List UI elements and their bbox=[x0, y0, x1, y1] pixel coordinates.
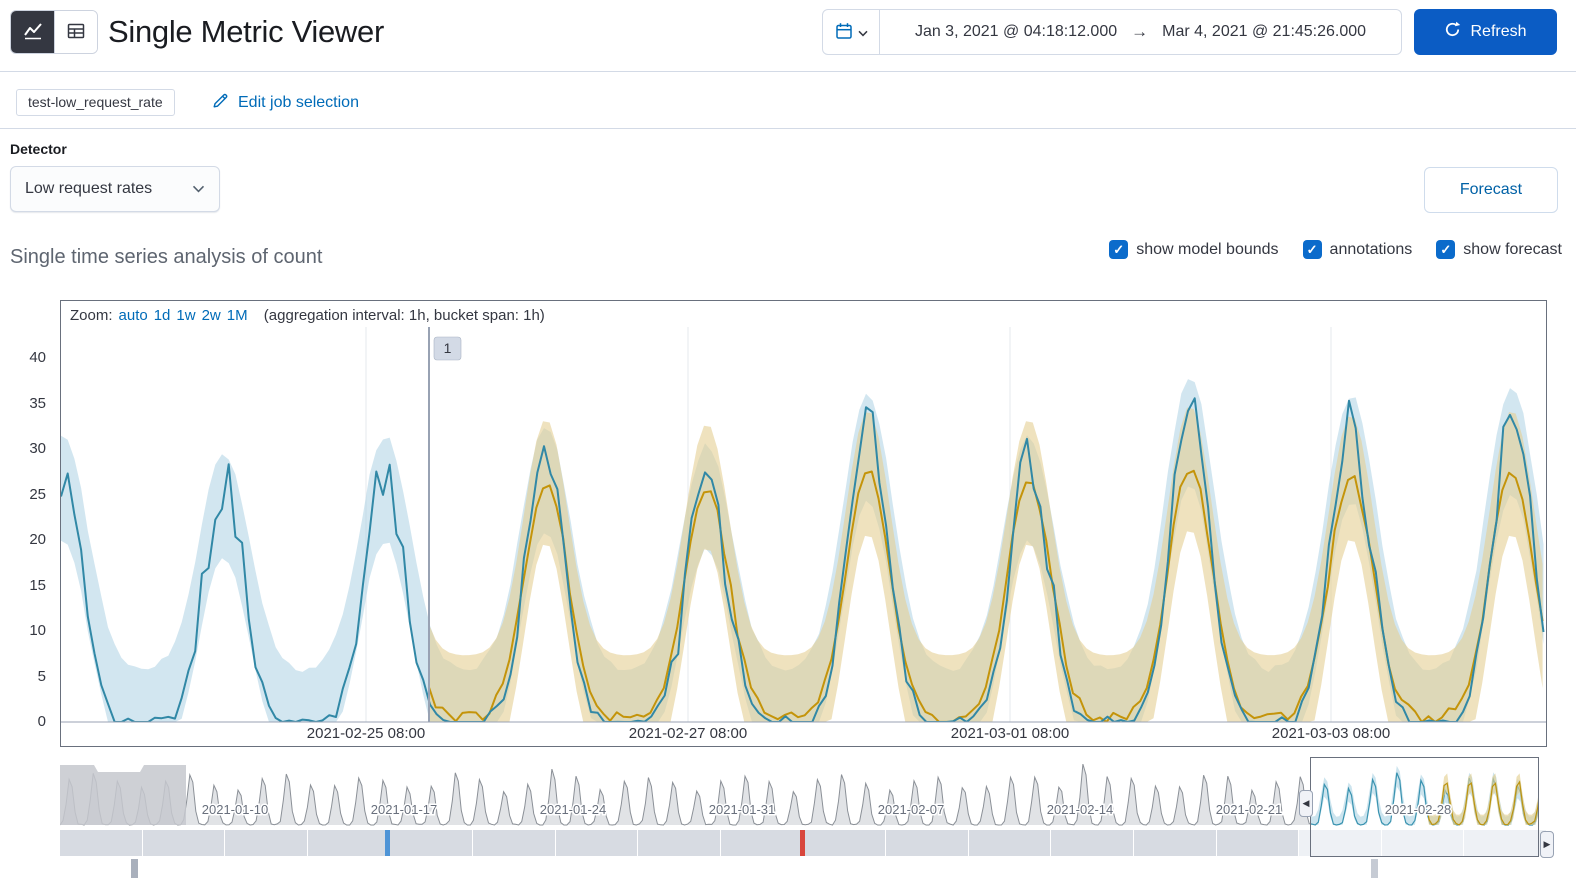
zoom-option-1d[interactable]: 1d bbox=[154, 307, 171, 324]
swimlane-cell[interactable] bbox=[803, 830, 887, 856]
annotation-badge-label: 1 bbox=[444, 340, 452, 356]
swimlane-cell[interactable] bbox=[555, 830, 639, 856]
forecast-bounds-band bbox=[429, 407, 1543, 722]
header-divider bbox=[0, 71, 1576, 72]
calendar-icon bbox=[835, 22, 853, 43]
annotation-marker[interactable] bbox=[385, 830, 390, 856]
series-title: Single time series analysis of count bbox=[10, 246, 323, 268]
end-date[interactable]: Mar 4, 2021 @ 21:45:26.000 bbox=[1162, 23, 1366, 41]
range-arrow-icon: → bbox=[1131, 22, 1149, 41]
refresh-label: Refresh bbox=[1470, 23, 1527, 40]
context-bounds-block bbox=[60, 765, 186, 825]
zoom-option-2w[interactable]: 2w bbox=[202, 307, 221, 324]
swimlane-cell[interactable] bbox=[720, 830, 804, 856]
line-chart-icon bbox=[22, 20, 44, 45]
y-axis-label: 20 bbox=[29, 531, 46, 548]
swimlane-cell[interactable] bbox=[638, 830, 721, 856]
checkbox-checked-icon: ✓ bbox=[1436, 240, 1456, 259]
swimlane-cell[interactable] bbox=[1051, 830, 1134, 856]
zoom-option-1w[interactable]: 1w bbox=[176, 307, 195, 324]
view-toggle bbox=[10, 10, 98, 54]
annotation-marker[interactable] bbox=[800, 830, 805, 856]
swimlane-cell[interactable] bbox=[1133, 830, 1217, 856]
context-axis-label: 2021-01-17 bbox=[371, 802, 438, 817]
zoom-controls: Zoom: auto 1d 1w 2w 1M (aggregation interval:… bbox=[70, 307, 545, 324]
start-date[interactable]: Jan 3, 2021 @ 04:18:12.000 bbox=[915, 23, 1117, 41]
job-badge[interactable]: test-low_request_rate bbox=[16, 89, 175, 116]
detector-selected-option: Low request rates bbox=[25, 180, 153, 197]
refresh-icon bbox=[1444, 21, 1461, 43]
checkbox-label: show model bounds bbox=[1136, 240, 1279, 258]
x-axis-label: 2021-03-01 08:00 bbox=[951, 725, 1069, 742]
context-axis-label: 2021-01-10 bbox=[202, 802, 269, 817]
swimlane-cell[interactable] bbox=[1216, 830, 1300, 856]
checkbox-annotations[interactable]: ✓ annotations bbox=[1302, 240, 1413, 259]
y-axis-label: 0 bbox=[37, 713, 46, 730]
chart-options: ✓ show model bounds ✓ annotations ✓ show… bbox=[1109, 240, 1562, 259]
date-range-display: Jan 3, 2021 @ 04:18:12.000 → Mar 4, 2021… bbox=[880, 10, 1401, 54]
brush-right-handle[interactable]: ▶ bbox=[1540, 831, 1554, 858]
context-axis-label: 2021-01-24 bbox=[540, 802, 607, 817]
context-axis-label: 2021-02-07 bbox=[878, 802, 945, 817]
y-axis-label: 10 bbox=[29, 622, 46, 639]
pencil-icon bbox=[212, 92, 229, 114]
y-axis-label: 35 bbox=[29, 394, 46, 412]
page-title: Single Metric Viewer bbox=[108, 14, 384, 49]
y-axis-label: 30 bbox=[29, 440, 46, 457]
main-chart-panel: Zoom: auto 1d 1w 2w 1M (aggregation interval:… bbox=[60, 300, 1547, 747]
chevron-down-icon bbox=[857, 25, 868, 40]
zoom-option-auto[interactable]: auto bbox=[119, 307, 148, 324]
zoom-option-1M[interactable]: 1M bbox=[227, 307, 248, 324]
y-axis-label: 15 bbox=[29, 576, 46, 594]
single-metric-viewer-app: Single Metric Viewer Jan 3, 2021 @ 04:18… bbox=[0, 0, 1576, 879]
aggregation-note: (aggregation interval: 1h, bucket span: … bbox=[263, 307, 545, 324]
time-selection-brush[interactable] bbox=[1310, 757, 1539, 857]
table-icon bbox=[65, 20, 87, 45]
checkbox-show-forecast[interactable]: ✓ show forecast bbox=[1436, 240, 1562, 259]
context-axis-label: 2021-01-31 bbox=[709, 802, 776, 817]
swimlane-cell[interactable] bbox=[886, 830, 969, 856]
calendar-dropdown-button[interactable] bbox=[823, 10, 880, 54]
swimlane-cell[interactable] bbox=[390, 830, 474, 856]
chart-view-button[interactable] bbox=[11, 11, 54, 53]
y-axis: 40 35 30 25 20 15 10 5 0 bbox=[0, 300, 54, 747]
checkbox-label: show forecast bbox=[1463, 240, 1562, 258]
x-axis-label: 2021-02-25 08:00 bbox=[307, 725, 425, 742]
zoom-label: Zoom: bbox=[70, 307, 113, 324]
edit-job-selection-link[interactable]: Edit job selection bbox=[212, 92, 359, 114]
x-axis-label: 2021-03-03 08:00 bbox=[1272, 725, 1390, 742]
swimlane-cell[interactable] bbox=[473, 830, 556, 856]
x-axis-label: 2021-02-27 08:00 bbox=[629, 725, 747, 742]
y-axis-label: 25 bbox=[29, 485, 46, 503]
secondary-swimlane bbox=[60, 858, 1547, 879]
date-range-picker: Jan 3, 2021 @ 04:18:12.000 → Mar 4, 2021… bbox=[822, 9, 1402, 55]
swimlane-cell[interactable] bbox=[225, 830, 308, 856]
context-axis-label: 2021-02-14 bbox=[1047, 802, 1114, 817]
edit-job-selection-label: Edit job selection bbox=[238, 94, 359, 111]
swimlane-cell[interactable] bbox=[968, 830, 1052, 856]
swimlane-marker[interactable] bbox=[1371, 859, 1378, 878]
checkbox-checked-icon: ✓ bbox=[1302, 240, 1322, 259]
y-axis-label: 40 bbox=[29, 349, 46, 366]
table-view-button[interactable] bbox=[54, 11, 97, 53]
swimlane-cell[interactable] bbox=[142, 830, 226, 856]
checkbox-checked-icon: ✓ bbox=[1109, 240, 1129, 259]
detector-select[interactable]: Low request rates bbox=[10, 166, 220, 212]
detector-label: Detector bbox=[10, 141, 67, 157]
y-axis-label: 5 bbox=[37, 667, 46, 685]
forecast-button[interactable]: Forecast bbox=[1424, 167, 1558, 213]
swimlane-marker[interactable] bbox=[131, 859, 138, 878]
main-chart[interactable]: 1 2021-02-25 08:00 2021-02-27 08:00 2021-03… bbox=[61, 301, 1546, 746]
checkbox-show-model-bounds[interactable]: ✓ show model bounds bbox=[1109, 240, 1279, 259]
refresh-button[interactable]: Refresh bbox=[1414, 9, 1557, 55]
select-chevron-icon bbox=[192, 180, 205, 198]
job-bar-divider bbox=[0, 128, 1576, 129]
swimlane-cell[interactable] bbox=[307, 830, 391, 856]
swimlane-cell[interactable] bbox=[60, 830, 143, 856]
checkbox-label: annotations bbox=[1329, 240, 1413, 258]
context-axis-label: 2021-02-21 bbox=[1216, 802, 1283, 817]
brush-left-handle[interactable]: ◀ bbox=[1299, 790, 1313, 817]
